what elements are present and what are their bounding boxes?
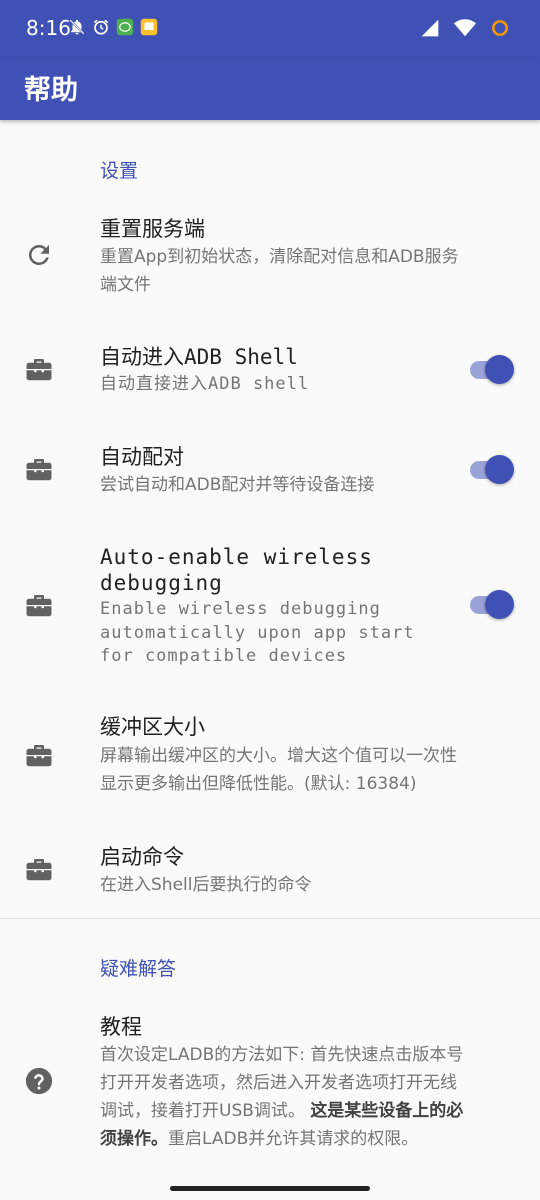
setting-subtitle-cont: 显示更多输出但降低性能。(默认: 16384) [100, 774, 417, 794]
wechat-app-icon [116, 18, 134, 36]
faq-text-line: 首次设定LADB的方法如下: 首先快速点击版本号 [100, 1045, 464, 1065]
section-divider [0, 918, 540, 919]
wifi-icon [454, 19, 476, 37]
section-header-settings: 设置 [100, 160, 139, 182]
setting-title: 缓冲区大小 [100, 715, 205, 739]
faq-tutorial[interactable]: 教程 首次设定LADB的方法如下: 首先快速点击版本号 打开开发者选项，然后进入… [0, 1000, 540, 1160]
setting-subtitle-cont: for compatible devices [100, 646, 348, 666]
setting-buffer-size[interactable]: 缓冲区大小 屏幕输出缓冲区的大小。增大这个值可以一次性 显示更多输出但降低性能。… [0, 700, 540, 810]
section-header-faq: 疑难解答 [100, 958, 177, 980]
setting-auto-wireless-debugging[interactable]: Auto-enable wireless debugging Enable wi… [0, 530, 540, 680]
setting-subtitle: 重置App到初始状态，清除配对信息和ADB服务 [100, 247, 459, 267]
switch-thumb [485, 455, 514, 484]
setting-title: Auto-enable wireless [100, 545, 373, 569]
auto-wireless-switch[interactable] [470, 590, 514, 620]
faq-text-normal: 重启LADB并允许其请求的权限。 [168, 1129, 419, 1149]
setting-subtitle: 自动直接进入ADB shell [100, 374, 310, 394]
setting-subtitle: 屏幕输出缓冲区的大小。增大这个值可以一次性 [100, 746, 457, 766]
setting-subtitle-cont: 端文件 [100, 275, 151, 295]
signal-icon [421, 19, 439, 37]
setting-subtitle-cont: automatically upon app start [100, 623, 415, 643]
faq-text-line: 调试，接着打开USB调试。 这是某些设备上的必 [100, 1097, 510, 1125]
setting-reset-server[interactable]: 重置服务端 重置App到初始状态，清除配对信息和ADB服务 端文件 [0, 200, 540, 310]
toolbox-icon [26, 459, 52, 481]
toolbox-icon [26, 595, 52, 617]
toolbox-icon [26, 359, 52, 381]
faq-text-normal: 调试，接着打开USB调试。 [100, 1101, 305, 1121]
faq-text-line: 打开开发者选项，然后进入开发者选项打开无线 [100, 1073, 457, 1093]
notifications-muted-icon [69, 19, 85, 35]
faq-text-bold: 须操作。 [100, 1129, 168, 1149]
setting-auto-shell[interactable]: 自动进入ADB Shell 自动直接进入ADB shell [0, 330, 540, 410]
app-bar: 帮助 [0, 58, 540, 120]
switch-thumb [485, 590, 514, 619]
status-bar: 8:16 [0, 0, 540, 58]
page-title: 帮助 [24, 75, 78, 106]
setting-title: 自动进入ADB Shell [100, 345, 298, 369]
setting-title-cont: debugging [100, 571, 223, 595]
toolbox-icon [26, 859, 52, 881]
faq-title: 教程 [100, 1015, 142, 1039]
setting-subtitle: 在进入Shell后要执行的命令 [100, 875, 312, 895]
gesture-nav-handle[interactable] [170, 1186, 370, 1191]
setting-title: 启动命令 [100, 845, 184, 869]
faq-text-bold: 这是某些设备上的必 [310, 1101, 464, 1121]
switch-thumb [485, 355, 514, 384]
toolbox-icon [26, 745, 52, 767]
auto-pair-switch[interactable] [470, 455, 514, 485]
setting-startup-command[interactable]: 启动命令 在进入Shell后要执行的命令 [0, 830, 540, 910]
notes-app-icon [140, 18, 158, 36]
help-circle-icon [25, 1067, 53, 1095]
status-time: 8:16 [26, 16, 71, 40]
setting-title: 自动配对 [100, 445, 184, 469]
faq-text-line: 须操作。重启LADB并允许其请求的权限。 [100, 1125, 510, 1153]
auto-shell-switch[interactable] [470, 355, 514, 385]
battery-saver-icon [492, 20, 508, 36]
refresh-icon [28, 244, 49, 265]
setting-subtitle: Enable wireless debugging [100, 599, 381, 619]
setting-auto-pair[interactable]: 自动配对 尝试自动和ADB配对并等待设备连接 [0, 430, 540, 510]
setting-title: 重置服务端 [100, 217, 205, 241]
setting-subtitle: 尝试自动和ADB配对并等待设备连接 [100, 475, 375, 495]
alarm-icon [93, 19, 109, 35]
